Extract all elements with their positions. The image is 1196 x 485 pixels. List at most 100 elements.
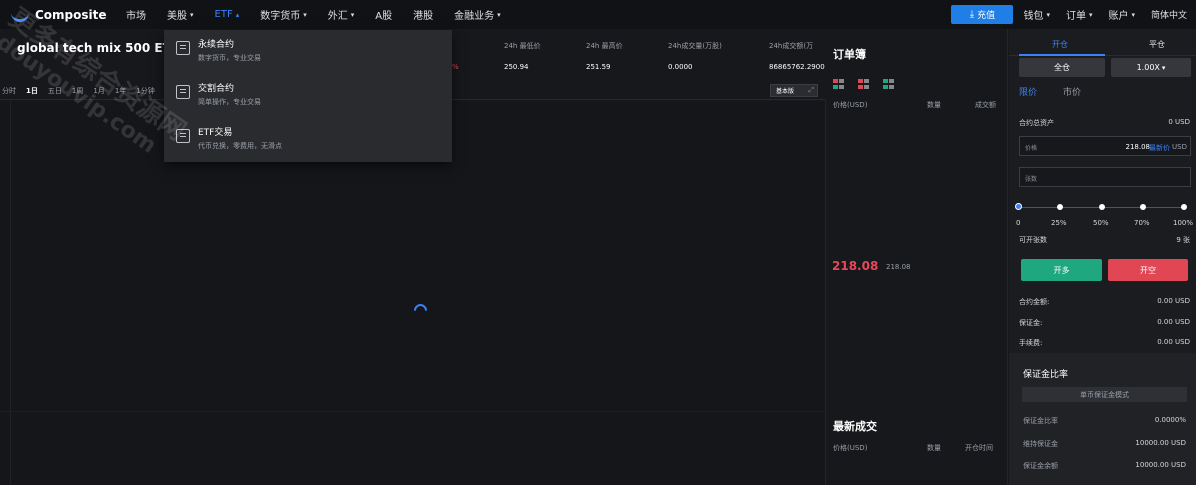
menu-item-subtitle: 数字货币，专业交易 xyxy=(198,54,261,62)
last-price-index: 218.08 xyxy=(886,263,911,271)
logo-icon xyxy=(10,9,30,22)
menu-item-subtitle: 简单操作，专业交易 xyxy=(198,98,261,106)
nav-item-forex[interactable]: 外汇 ▾ xyxy=(327,7,355,23)
order-book-header-price: 价格(USD) xyxy=(833,101,868,109)
menu-item-title: 永续合约 xyxy=(198,40,235,50)
language-selector[interactable]: 简体中文 xyxy=(1151,8,1187,21)
margin-mode-select[interactable]: 全仓 xyxy=(1019,58,1105,77)
bids-view-icon[interactable] xyxy=(883,79,895,89)
contract-amount-value: 0.00 USD xyxy=(1157,297,1190,305)
margin-balance-label: 保证金余额 xyxy=(1023,462,1058,470)
timeframe-5d[interactable]: 五日 xyxy=(48,86,62,96)
nav-item-crypto[interactable]: 数字货币 ▾ xyxy=(260,7,307,23)
nav-item-orders[interactable]: 订单 ▾ xyxy=(1066,7,1093,23)
slider-tick[interactable] xyxy=(1181,204,1187,210)
nav-item-financial-services[interactable]: 金融业务 ▾ xyxy=(454,7,501,23)
logo-text: Composite xyxy=(35,7,107,22)
last-price: 218.08 xyxy=(832,259,879,273)
leverage-select[interactable]: 1.00X ▾ xyxy=(1111,58,1191,77)
price-change: % xyxy=(452,63,459,71)
open-short-button[interactable]: 开空 xyxy=(1108,259,1188,281)
nav-item-label: 账户 xyxy=(1108,11,1129,22)
stat-value-turnover: 86865762.2900 xyxy=(769,63,825,71)
single-coin-margin-mode[interactable]: 单币保证金模式 xyxy=(1022,387,1187,402)
asks-view-icon[interactable] xyxy=(858,79,870,89)
slider-tick[interactable] xyxy=(1099,204,1105,210)
tab-open-position[interactable]: 开仓 xyxy=(1052,39,1068,50)
chevron-down-icon: ▾ xyxy=(497,10,501,19)
deposit-button[interactable]: ⤓ 充值 xyxy=(951,5,1014,24)
timeframe-1d[interactable]: 1日 xyxy=(26,86,38,96)
timeframe-1m[interactable]: 1月 xyxy=(93,86,104,96)
latest-trades-title: 最新成交 xyxy=(833,420,877,433)
slider-tick[interactable] xyxy=(1140,204,1146,210)
nav-item-wallet[interactable]: 钱包 ▾ xyxy=(1023,7,1050,23)
margin-ratio-section: 保证金比率 单币保证金模式 保证金比率 0.0000% 维持保证金 10000.… xyxy=(1009,353,1196,485)
leverage-value: 1.00X xyxy=(1136,63,1160,72)
slider-tick[interactable] xyxy=(1057,204,1063,210)
chevron-down-icon: ▾ xyxy=(303,10,307,19)
nav-item-label: 外汇 xyxy=(327,11,348,22)
stat-label-volume: 24h成交量(万股) xyxy=(668,42,722,50)
menu-item-delivery[interactable]: 交割合约 简单操作，专业交易 xyxy=(164,74,452,118)
timeframe-1min[interactable]: 1分钟 xyxy=(136,86,154,96)
stat-value-high: 251.59 xyxy=(586,63,611,71)
loading-spinner-icon xyxy=(411,301,430,320)
tab-limit-price[interactable]: 限价 xyxy=(1019,85,1037,98)
latest-price-button[interactable]: 最新价 xyxy=(1149,143,1170,153)
slider-handle[interactable] xyxy=(1015,203,1022,210)
timeframe-1w[interactable]: 1周 xyxy=(72,86,83,96)
timeframe-1y[interactable]: 1年 xyxy=(115,86,126,96)
nav-right: ⤓ 充值 钱包 ▾ 订单 ▾ 账户 ▾ 简体中文 xyxy=(951,0,1196,29)
nav-item-a-shares[interactable]: A股 xyxy=(375,7,392,22)
chart-divider xyxy=(0,411,826,412)
chevron-down-icon: ▾ xyxy=(1046,10,1050,19)
openable-label: 可开张数 xyxy=(1019,236,1047,244)
menu-item-title: 交割合约 xyxy=(198,84,235,94)
price-input[interactable]: 价格 218.08 最新价 USD xyxy=(1019,136,1191,156)
margin-ratio-title: 保证金比率 xyxy=(1023,370,1069,380)
active-tab-indicator xyxy=(1019,54,1105,56)
price-input-value: 218.08 xyxy=(1125,143,1151,151)
tab-close-position[interactable]: 平仓 xyxy=(1149,39,1165,50)
open-long-button[interactable]: 开多 xyxy=(1021,259,1102,281)
nav-item-etf[interactable]: ETF ▴ xyxy=(215,9,240,20)
slider-label-100: 100% xyxy=(1173,219,1194,227)
basic-version-button[interactable]: 基本版 ⤢ xyxy=(770,84,818,97)
total-assets-value: 0 USD xyxy=(1168,118,1190,126)
order-book-header-amount: 成交额 xyxy=(975,101,996,109)
nav-item-hk-stocks[interactable]: 港股 xyxy=(413,7,433,22)
trades-header-qty: 数量 xyxy=(927,444,941,452)
deposit-label: 充值 xyxy=(977,11,996,21)
slider-label-50: 50% xyxy=(1093,219,1109,227)
chevron-down-icon: ▾ xyxy=(190,10,194,19)
fee-label: 手续费: xyxy=(1019,339,1043,347)
logo[interactable]: Composite xyxy=(10,8,126,22)
app-root: Composite 市场 美股 ▾ ETF ▴ 数字货币 ▾ 外汇 ▾ A股 港股 金融… xyxy=(0,0,1196,485)
nav-item-label: A股 xyxy=(375,11,393,22)
menu-item-etf-trading[interactable]: ETF交易 代币兑换，零费用，无滑点 xyxy=(164,118,452,162)
download-icon: ⤓ xyxy=(969,9,975,20)
basic-version-label: 基本版 xyxy=(776,88,795,95)
maintenance-margin-value: 10000.00 USD xyxy=(1135,439,1186,447)
tab-market-price[interactable]: 市价 xyxy=(1063,85,1081,98)
nav-item-market[interactable]: 市场 xyxy=(126,7,146,22)
menu-item-perpetual[interactable]: 永续合约 数字货币，专业交易 xyxy=(164,30,452,74)
both-sides-view-icon[interactable] xyxy=(833,79,845,89)
openable-value: 9 张 xyxy=(1176,236,1190,244)
margin-ratio-value: 0.0000% xyxy=(1154,416,1186,424)
price-unit: USD xyxy=(1172,143,1187,151)
nav-item-label: 市场 xyxy=(126,11,146,22)
expand-icon[interactable]: ⤢ xyxy=(808,86,814,95)
fee-value: 0.00 USD xyxy=(1157,338,1190,346)
stat-value-volume: 0.0000 xyxy=(668,63,693,71)
etf-dropdown-menu: 永续合约 数字货币，专业交易 交割合约 简单操作，专业交易 ETF交易 代币兑换… xyxy=(164,30,452,162)
nav-item-us-stocks[interactable]: 美股 ▾ xyxy=(167,7,194,23)
margin-label: 保证金: xyxy=(1019,319,1043,327)
symbol-name[interactable]: global tech mix 500 ETF xyxy=(17,41,179,55)
quantity-input[interactable]: 张数 xyxy=(1019,167,1191,187)
timeframe-line[interactable]: 分时 xyxy=(2,86,16,96)
chart-divider xyxy=(10,101,11,485)
nav-item-account[interactable]: 账户 ▾ xyxy=(1108,7,1135,23)
stat-value-low: 250.94 xyxy=(504,63,529,71)
